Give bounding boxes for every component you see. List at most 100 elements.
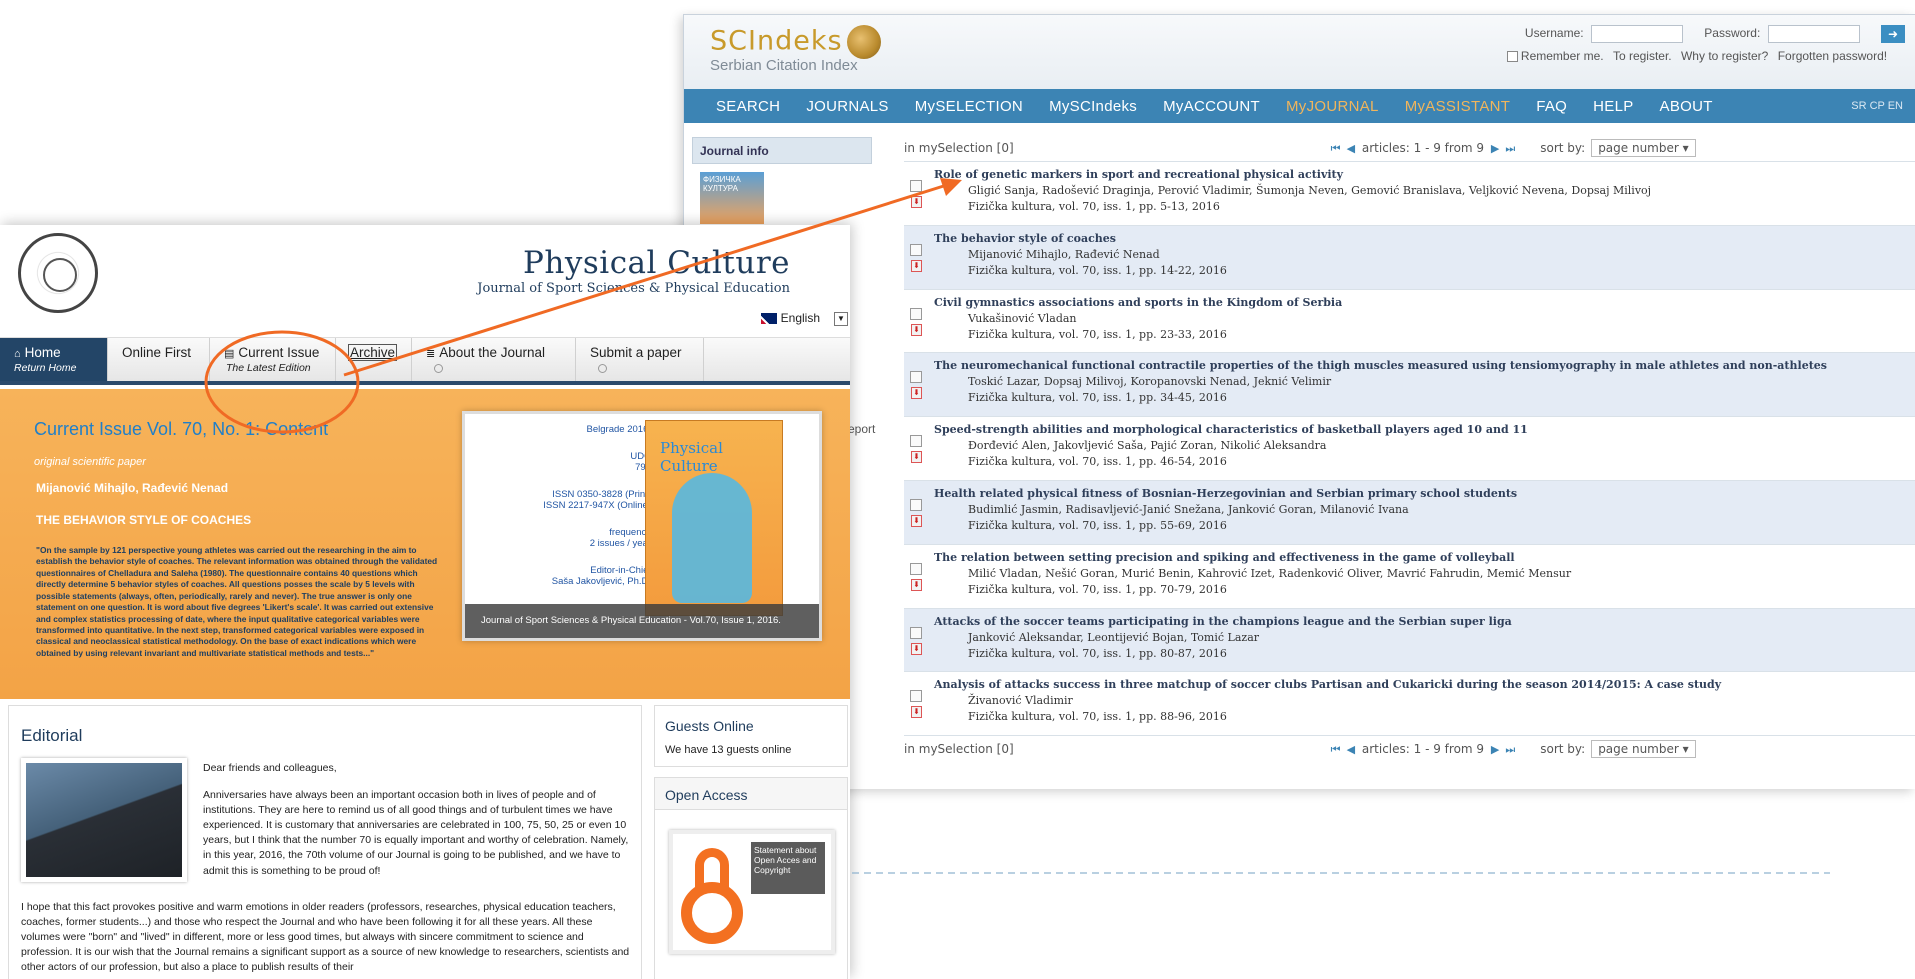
article-row: ⬇ Speed-strength abilities and morphologi… (904, 417, 1915, 481)
selection-count-bottom[interactable]: in mySelection [0] (904, 742, 1014, 756)
remember-me-checkbox[interactable] (1506, 51, 1518, 63)
issue-card[interactable]: Belgrade 2016. UDC 796 ISSN 0350-3828 (P… (462, 411, 822, 641)
last-page-icon[interactable]: ⏭ (1505, 743, 1515, 756)
pc-header: Physical Culture Journal of Sport Scienc… (0, 225, 850, 337)
article-select-checkbox[interactable] (910, 243, 922, 256)
menu-online-first[interactable]: Online First (108, 338, 210, 381)
password-input[interactable] (1767, 25, 1860, 43)
article-title-link[interactable]: The behavior style of coaches (934, 232, 1915, 245)
menu-current-issue-label: Current Issue (238, 345, 320, 360)
menu-home[interactable]: ⌂ Home Return Home (0, 338, 108, 381)
editorial-paragraph-2: I hope that this fact provokes positive … (21, 901, 630, 974)
sort-select-bottom[interactable]: page number ▾ (1591, 740, 1696, 759)
article-select-checkbox[interactable] (910, 180, 922, 192)
language-switcher[interactable]: SR CP EN (1851, 100, 1903, 112)
article-select-checkbox[interactable] (910, 690, 922, 703)
last-page-icon[interactable]: ⏭ (1505, 142, 1515, 155)
pager-text: articles: 1 - 9 from 9 (1361, 741, 1485, 756)
menu-home-sub: Return Home (14, 362, 77, 374)
article-row: ⬇ The relation between setting precision … (904, 545, 1915, 609)
pdf-icon[interactable]: ⬇ (911, 196, 922, 208)
nav-myjournal[interactable]: MyJOURNAL (1286, 98, 1379, 115)
arrow-right-icon[interactable]: ➜ (1881, 25, 1905, 43)
pdf-icon[interactable]: ⬇ (911, 259, 922, 272)
forgotten-password-link[interactable]: Forgotten password! (1778, 49, 1887, 63)
article-select-checkbox[interactable] (910, 435, 922, 448)
article-title-link[interactable]: Role of genetic markers in sport and rec… (934, 168, 1915, 181)
selection-count[interactable]: in mySelection [0] (904, 141, 1014, 155)
nav-myselection[interactable]: MySELECTION (915, 98, 1023, 115)
article-select-checkbox[interactable] (910, 562, 922, 575)
next-page-icon[interactable]: ▶ (1491, 142, 1499, 155)
article-select-checkbox[interactable] (910, 498, 922, 511)
open-access-panel: Open Access Statement about Open Acces a… (654, 777, 848, 979)
nav-myaccount[interactable]: MyACCOUNT (1163, 98, 1260, 115)
article-select-checkbox[interactable] (910, 371, 922, 384)
university-seal-logo[interactable] (18, 233, 98, 313)
guests-online-panel: Guests Online We have 13 guests online (654, 705, 848, 767)
article-title-link[interactable]: Analysis of attacks success in three mat… (934, 678, 1915, 691)
article-source: Fizička kultura, vol. 70, iss. 1, pp. 5-… (968, 200, 1220, 213)
scindeks-logo[interactable]: SCIndeks Serbian Citation Index (710, 25, 881, 74)
chevron-down-icon[interactable]: ▼ (834, 311, 848, 326)
menu-archive[interactable]: Archive (336, 338, 412, 381)
nav-search[interactable]: SEARCH (716, 98, 780, 115)
scindeks-header: SCIndeks Serbian Citation Index Username… (684, 15, 1915, 89)
article-title[interactable]: THE BEHAVIOR STYLE OF COACHES (36, 513, 251, 527)
article-title-link[interactable]: Civil gymnastics associations and sports… (934, 296, 1915, 309)
article-title-link[interactable]: Speed-strength abilities and morphologic… (934, 423, 1915, 436)
article-select-checkbox[interactable] (910, 307, 922, 320)
frequency-value: 2 issues / year (589, 538, 651, 549)
article-abstract: "On the sample by 121 perspective young … (36, 545, 438, 658)
nav-journals[interactable]: JOURNALS (806, 98, 888, 115)
journal-thumbnail[interactable]: ФИЗИЧКА КУЛТУРА (700, 172, 764, 224)
list-icon: ≣ (426, 348, 436, 360)
nav-myassistant[interactable]: MyASSISTANT (1405, 98, 1511, 115)
menu-about-journal[interactable]: ≣ About the Journal (412, 338, 576, 381)
scindeks-window: SCIndeks Serbian Citation Index Username… (683, 14, 1915, 789)
journal-cover[interactable]: Physical Culture (645, 420, 783, 616)
guests-heading: Guests Online (665, 718, 754, 734)
report-link[interactable]: eport (848, 422, 875, 436)
nav-about[interactable]: ABOUT (1660, 98, 1713, 115)
why-register-link[interactable]: Why to register? (1681, 49, 1768, 63)
article-source: Fizička kultura, vol. 70, iss. 1, pp. 80… (968, 646, 1227, 660)
sort-select-value: page number (1598, 742, 1679, 757)
pdf-icon[interactable]: ⬇ (911, 387, 922, 400)
article-authors: Mijanović Mihajlo, Rađević Nenad (36, 481, 229, 495)
article-source: Fizička kultura, vol. 70, iss. 1, pp. 70… (968, 582, 1227, 596)
register-link[interactable]: To register. (1613, 49, 1672, 63)
article-title-link[interactable]: The relation between setting precision a… (934, 551, 1915, 564)
open-access-badge[interactable]: Statement about Open Acces and Copyright (669, 830, 835, 954)
sort-select[interactable]: page number ▾ (1591, 139, 1696, 157)
username-label: Username: (1524, 26, 1584, 41)
prev-page-icon[interactable]: ◀ (1347, 142, 1355, 155)
pdf-icon[interactable]: ⬇ (911, 451, 922, 464)
article-title-link[interactable]: Health related physical fitness of Bosni… (934, 487, 1915, 500)
first-page-icon[interactable]: ⏮ (1331, 142, 1341, 155)
nav-faq[interactable]: FAQ (1536, 98, 1567, 115)
guests-count-text: We have 13 guests online (665, 744, 792, 756)
prev-page-icon[interactable]: ◀ (1347, 743, 1355, 756)
menu-submit-paper[interactable]: Submit a paper (576, 338, 704, 381)
udc-value: 796 (635, 462, 651, 473)
language-select[interactable]: English ▼ (760, 311, 848, 326)
nav-help[interactable]: HELP (1593, 98, 1633, 115)
journal-info-panel: Journal info ФИЗИЧКА КУЛТУРА (692, 137, 872, 232)
article-title-link[interactable]: Attacks of the soccer teams participatin… (934, 615, 1915, 628)
pdf-icon[interactable]: ⬇ (911, 323, 922, 336)
pdf-icon[interactable]: ⬇ (911, 642, 922, 655)
article-select-checkbox[interactable] (910, 626, 922, 639)
username-input[interactable] (1590, 25, 1683, 43)
first-page-icon[interactable]: ⏮ (1331, 743, 1341, 756)
pdf-icon[interactable]: ⬇ (911, 706, 922, 719)
article-authors: Vukašinović Vladan (968, 311, 1077, 325)
nav-myscindeks[interactable]: MySCIndeks (1049, 98, 1137, 115)
next-page-icon[interactable]: ▶ (1491, 743, 1499, 756)
banner-heading[interactable]: Current Issue Vol. 70, No. 1: Content (34, 419, 328, 440)
pdf-icon[interactable]: ⬇ (911, 514, 922, 527)
menu-current-issue[interactable]: ▤ Current Issue The Latest Edition (210, 338, 336, 381)
language-value: English (780, 311, 820, 325)
article-title-link[interactable]: The neuromechanical functional contracti… (934, 359, 1915, 372)
pdf-icon[interactable]: ⬇ (911, 578, 922, 591)
